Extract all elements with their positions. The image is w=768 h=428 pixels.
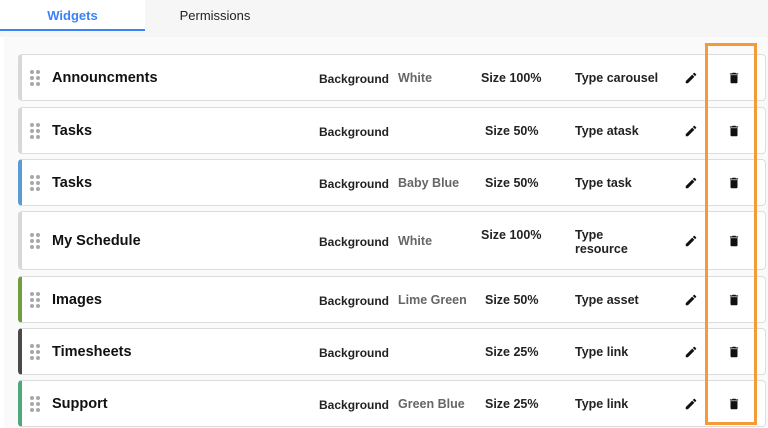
drag-handle-icon[interactable]	[30, 69, 40, 86]
widget-type: Type link	[575, 397, 629, 411]
drag-handle-icon[interactable]	[30, 395, 40, 412]
pencil-icon[interactable]	[684, 71, 698, 85]
background-value: White	[398, 234, 433, 248]
widget-size: Size 25%	[485, 345, 539, 359]
background-label: Background	[319, 177, 390, 191]
widget-size: Size 50%	[485, 124, 539, 138]
widget-row[interactable]: Timesheets Background Size 25% Type link	[18, 328, 766, 375]
drag-handle-icon[interactable]	[30, 122, 40, 139]
trash-icon[interactable]	[727, 396, 741, 412]
pencil-icon[interactable]	[684, 345, 698, 359]
widget-name: Images	[52, 291, 102, 308]
widget-row[interactable]: Announcments Background White Size 100% Type…	[18, 54, 766, 101]
widget-size: Size 100%	[481, 71, 542, 85]
drag-handle-icon[interactable]	[30, 291, 40, 308]
widget-type: Type atask	[575, 124, 639, 138]
pencil-icon[interactable]	[684, 293, 698, 307]
tab-widgets[interactable]: Widgets	[0, 0, 145, 31]
widget-type: Type resource	[575, 228, 628, 256]
widget-name: Support	[52, 395, 108, 412]
trash-icon[interactable]	[727, 344, 741, 360]
drag-handle-icon[interactable]	[30, 343, 40, 360]
widget-name: Announcments	[52, 69, 158, 86]
pencil-icon[interactable]	[684, 397, 698, 411]
drag-handle-icon[interactable]	[30, 232, 40, 249]
tab-bar: Widgets Permissions	[0, 0, 768, 37]
background-value: Green Blue	[398, 397, 465, 411]
trash-icon[interactable]	[727, 123, 741, 139]
trash-icon[interactable]	[727, 233, 741, 249]
widget-name: My Schedule	[52, 232, 141, 249]
background-label: Background	[319, 72, 390, 86]
widget-row[interactable]: Support Background Green Blue Size 25% Type …	[18, 380, 766, 427]
pencil-icon[interactable]	[684, 234, 698, 248]
widget-name: Timesheets	[52, 343, 132, 360]
background-value: Lime Green	[398, 293, 467, 307]
background-label: Background	[319, 125, 390, 139]
background-label: Background	[319, 346, 390, 360]
widget-row[interactable]: My Schedule Background White Size 100% Type …	[18, 211, 766, 270]
trash-icon[interactable]	[727, 292, 741, 308]
pencil-icon[interactable]	[684, 124, 698, 138]
widget-name: Tasks	[52, 122, 93, 139]
background-value: White	[398, 71, 433, 85]
background-value: Baby Blue	[398, 176, 460, 190]
background-label: Background	[319, 235, 390, 249]
widget-type: Type asset	[575, 293, 639, 307]
widget-size: Size 25%	[485, 397, 539, 411]
widget-row[interactable]: Tasks Background Baby Blue Size 50% Type tas…	[18, 159, 766, 206]
background-label: Background	[319, 294, 390, 308]
trash-icon[interactable]	[727, 175, 741, 191]
drag-handle-icon[interactable]	[30, 174, 40, 191]
pencil-icon[interactable]	[684, 176, 698, 190]
background-label: Background	[319, 398, 390, 412]
widget-size: Size 100%	[481, 228, 542, 242]
tab-permissions[interactable]: Permissions	[145, 0, 285, 31]
trash-icon[interactable]	[727, 70, 741, 86]
widget-size: Size 50%	[485, 293, 539, 307]
widget-row[interactable]: Images Background Lime Green Size 50% Type a…	[18, 276, 766, 323]
widget-type: Type task	[575, 176, 632, 190]
widget-type: Type carousel	[575, 71, 659, 85]
widget-name: Tasks	[52, 174, 93, 191]
widget-type: Type link	[575, 345, 629, 359]
widget-size: Size 50%	[485, 176, 539, 190]
widget-row[interactable]: Tasks Background Size 50% Type atask	[18, 107, 766, 154]
